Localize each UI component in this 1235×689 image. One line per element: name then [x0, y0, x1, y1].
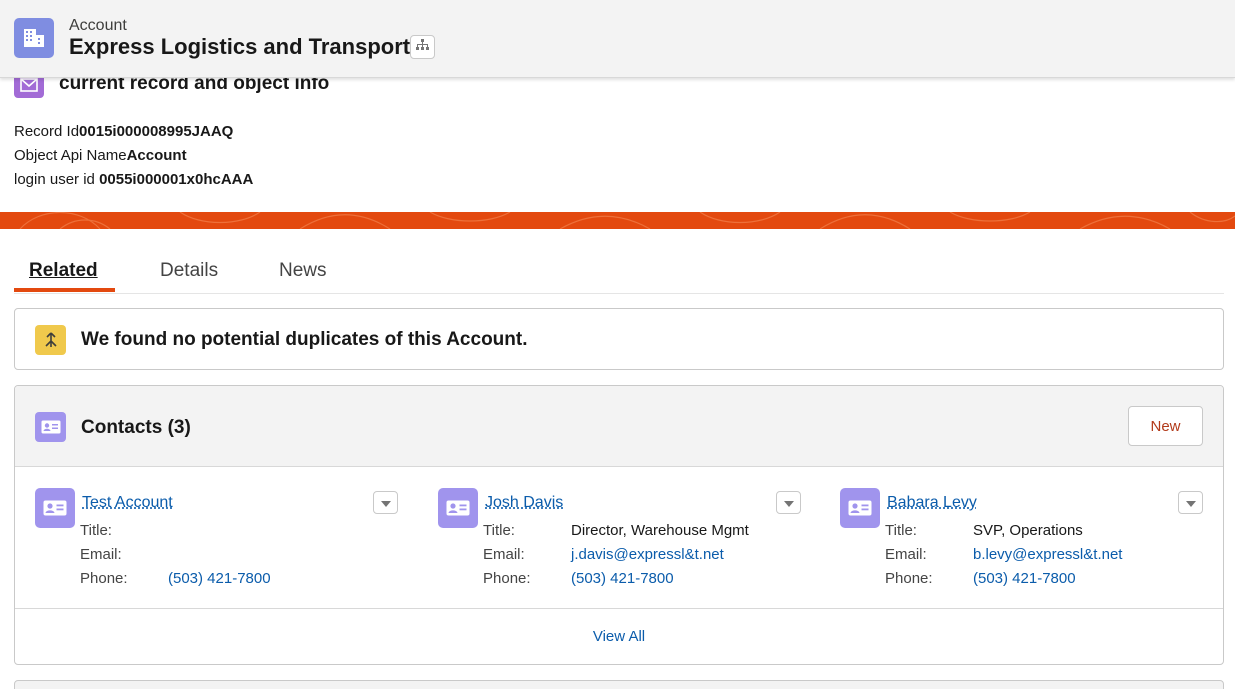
record-header: Account Express Logistics and Transport: [0, 0, 1235, 78]
contact-phone-label: Phone:: [80, 570, 128, 587]
contact-actions-menu[interactable]: [1178, 491, 1203, 514]
contacts-title: Contacts (3): [81, 417, 191, 439]
new-contact-button[interactable]: New: [1128, 406, 1203, 446]
tab-details[interactable]: Details: [160, 260, 218, 282]
contacts-footer: View All: [15, 608, 1223, 665]
contact-title-value: SVP, Operations: [973, 522, 1083, 539]
contact-tile: Josh Davis Title: Director, Warehouse Mg…: [438, 487, 808, 592]
contact-title-label: Title:: [885, 522, 917, 539]
login-user-label: login user id: [14, 171, 99, 188]
contact-email-label: Email:: [80, 546, 122, 563]
object-api-line: Object Api NameAccount: [14, 147, 187, 164]
chevron-down-icon: [784, 494, 794, 512]
contact-title-value: Director, Warehouse Mgmt: [571, 522, 749, 539]
contact-icon: [35, 412, 66, 442]
contacts-card: Contacts (3) New Test Account Title: Ema…: [14, 385, 1224, 665]
view-hierarchy-button[interactable]: [410, 35, 435, 59]
contact-title-label: Title:: [483, 522, 515, 539]
next-related-card: [14, 680, 1224, 689]
record-tabs: Related Details News: [14, 250, 1224, 294]
contact-email-link[interactable]: b.levy@expressl&t.net: [973, 546, 1122, 563]
duplicates-card: We found no potential duplicates of this…: [14, 308, 1224, 370]
contact-phone-link[interactable]: (503) 421-7800: [168, 570, 271, 587]
object-api-value: Account: [127, 147, 187, 164]
contact-phone-link[interactable]: (503) 421-7800: [571, 570, 674, 587]
chevron-down-icon: [381, 494, 391, 512]
tab-news[interactable]: News: [279, 260, 327, 282]
login-user-line: login user id 0055i000001x0hcAAA: [14, 171, 253, 188]
contact-email-link[interactable]: j.davis@expressl&t.net: [571, 546, 724, 563]
contact-email-label: Email:: [483, 546, 525, 563]
contact-tile: Babara Levy Title: SVP, Operations Email…: [840, 487, 1210, 592]
contact-avatar-icon: [35, 488, 75, 528]
contact-avatar-icon: [840, 488, 880, 528]
contact-phone-label: Phone:: [483, 570, 531, 587]
contact-phone-link[interactable]: (503) 421-7800: [973, 570, 1076, 587]
record-id-line: Record Id0015i000008995JAAQ: [14, 123, 233, 140]
object-api-label: Object Api Name: [14, 147, 127, 164]
hierarchy-icon: [416, 38, 429, 56]
contact-name-link[interactable]: Test Account: [82, 494, 173, 512]
object-type-label: Account: [69, 17, 127, 35]
duplicates-message: We found no potential duplicates of this…: [81, 329, 528, 351]
contact-actions-menu[interactable]: [373, 491, 398, 514]
record-id-label: Record Id: [14, 123, 79, 140]
contact-tile: Test Account Title: Email: Phone: (503) …: [35, 487, 405, 592]
record-title: Express Logistics and Transport: [69, 34, 410, 60]
contact-email-label: Email:: [885, 546, 927, 563]
chevron-down-icon: [1186, 494, 1196, 512]
record-id-value: 0015i000008995JAAQ: [79, 123, 233, 140]
contact-phone-label: Phone:: [885, 570, 933, 587]
view-all-link[interactable]: View All: [15, 628, 1223, 645]
login-user-value: 0055i000001x0hcAAA: [99, 171, 253, 188]
contact-name-link[interactable]: Babara Levy: [887, 494, 977, 512]
path-banner: [0, 212, 1235, 229]
contacts-header: Contacts (3) New: [15, 386, 1223, 467]
contact-title-label: Title:: [80, 522, 112, 539]
merge-icon: [35, 325, 66, 355]
tab-related[interactable]: Related: [29, 260, 98, 282]
active-tab-indicator: [14, 288, 115, 292]
contact-actions-menu[interactable]: [776, 491, 801, 514]
contact-avatar-icon: [438, 488, 478, 528]
contact-name-link[interactable]: Josh Davis: [485, 494, 563, 512]
building-icon: [14, 18, 54, 58]
